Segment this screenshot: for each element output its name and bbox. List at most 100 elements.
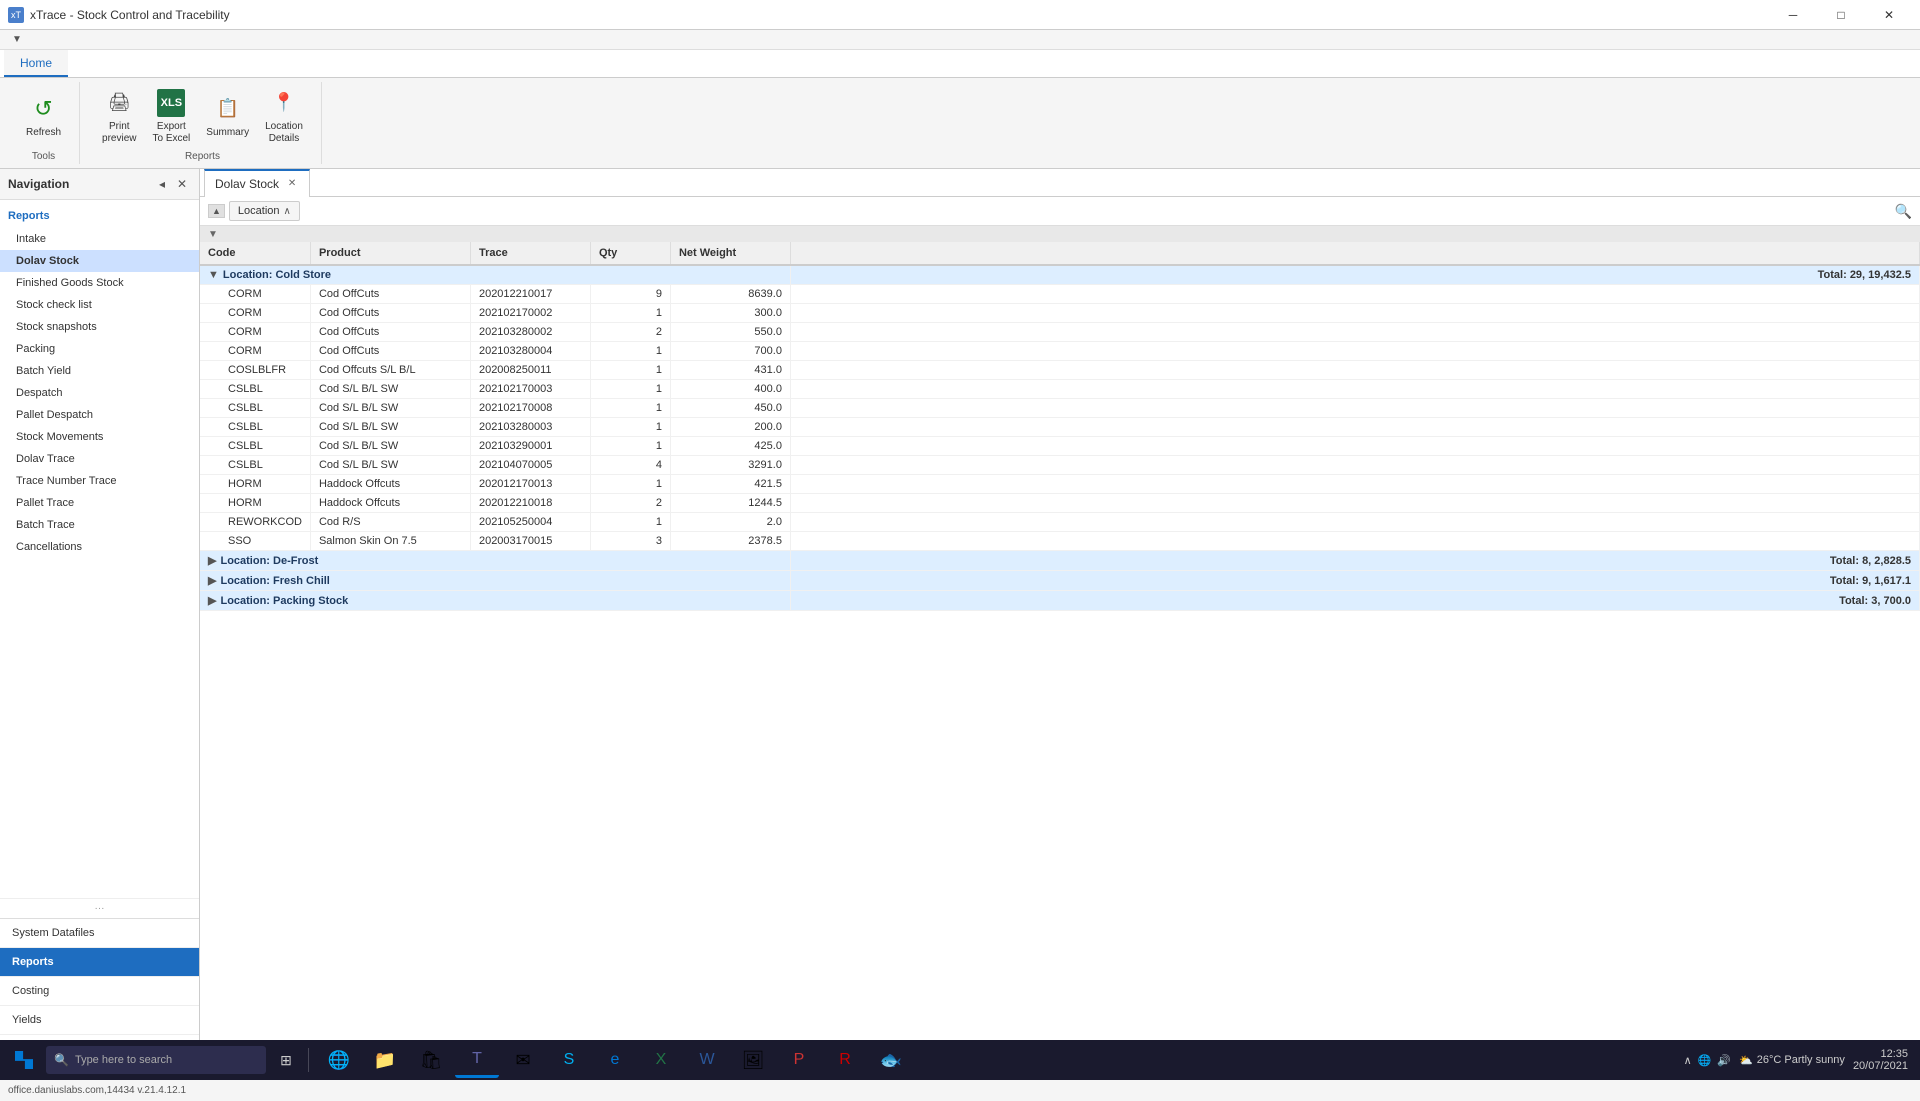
- taskbar-store-icon[interactable]: 🛍: [409, 1042, 453, 1078]
- print-preview-button[interactable]: 🖨 Printpreview: [96, 83, 142, 149]
- cell-code: SSO: [200, 532, 310, 551]
- nav-section-title-reports[interactable]: Reports: [0, 204, 199, 228]
- nav-item-cancellations[interactable]: Cancellations: [0, 536, 199, 558]
- taskbar-search[interactable]: 🔍 Type here to search: [46, 1046, 266, 1074]
- close-button[interactable]: ✕: [1866, 0, 1912, 30]
- taskbar-explorer-icon[interactable]: 📁: [363, 1042, 407, 1078]
- nav-collapse-button[interactable]: ◂: [153, 175, 171, 193]
- col-header-trace[interactable]: Trace: [470, 242, 590, 265]
- col-header-netweight[interactable]: Net Weight: [670, 242, 790, 265]
- taskbar-paint-icon[interactable]: P: [777, 1042, 821, 1078]
- nav-bottom-yields[interactable]: Yields: [0, 1006, 199, 1035]
- nav-item-pallet-despatch[interactable]: Pallet Despatch: [0, 404, 199, 426]
- export-excel-button[interactable]: XLS ExportTo Excel: [146, 83, 196, 149]
- cell-weight: 431.0: [670, 361, 790, 380]
- maximize-button[interactable]: □: [1818, 0, 1864, 30]
- nav-item-despatch[interactable]: Despatch: [0, 382, 199, 404]
- nav-item-stock-movements[interactable]: Stock Movements: [0, 426, 199, 448]
- tab-close-button[interactable]: ✕: [285, 177, 299, 191]
- table-row[interactable]: CORMCod OffCuts2021032800041700.0: [200, 342, 1920, 361]
- qa-dropdown[interactable]: ▼: [8, 34, 26, 45]
- taskbar-chrome-icon[interactable]: 🌐: [317, 1042, 361, 1078]
- taskbar-excel-icon[interactable]: X: [639, 1042, 683, 1078]
- weather-icon: ⛅: [1739, 1054, 1753, 1067]
- start-button[interactable]: [4, 1042, 44, 1078]
- nav-item-batch-trace[interactable]: Batch Trace: [0, 514, 199, 536]
- group-row-1[interactable]: ▶Location: De-FrostTotal: 8, 2,828.5: [200, 551, 1920, 571]
- scroll-arrow-down[interactable]: ▼: [208, 229, 218, 240]
- cell-weight: 700.0: [670, 342, 790, 361]
- taskbar-fish-icon[interactable]: 🐟: [869, 1042, 913, 1078]
- nav-close-button[interactable]: ✕: [173, 175, 191, 193]
- taskbar-word-icon[interactable]: W: [685, 1042, 729, 1078]
- group-row-3[interactable]: ▶Location: Packing StockTotal: 3, 700.0: [200, 591, 1920, 611]
- nav-bottom-costing[interactable]: Costing: [0, 977, 199, 1006]
- table-row[interactable]: CORMCod OffCuts20201221001798639.0: [200, 285, 1920, 304]
- group-toggle-3[interactable]: ▶: [208, 595, 216, 607]
- nav-item-intake[interactable]: Intake: [0, 228, 199, 250]
- systray-volume[interactable]: 🔊: [1717, 1054, 1731, 1067]
- refresh-button[interactable]: ↺ Refresh: [20, 89, 67, 143]
- table-area[interactable]: Code Product Trace Qty Net Weight ▼ Locat…: [200, 242, 1920, 1079]
- group-toggle-0[interactable]: ▼: [208, 269, 219, 281]
- nav-item-dolav-stock[interactable]: Dolav Stock: [0, 250, 199, 272]
- systray-expand[interactable]: ∧: [1684, 1054, 1692, 1067]
- taskbar-skype-icon[interactable]: S: [547, 1042, 591, 1078]
- nav-item-packing[interactable]: Packing: [0, 338, 199, 360]
- taskbar-mail-icon[interactable]: ✉: [501, 1042, 545, 1078]
- cell-trace: 202103290001: [470, 437, 590, 456]
- taskbar-red-icon[interactable]: R: [823, 1042, 867, 1078]
- cell-trace: 202102170008: [470, 399, 590, 418]
- group-row-0[interactable]: ▼Location: Cold StoreTotal: 29, 19,432.5: [200, 265, 1920, 285]
- summary-button[interactable]: 📋 Summary: [200, 89, 255, 143]
- table-row[interactable]: HORMHaddock Offcuts20201221001821244.5: [200, 494, 1920, 513]
- cell-qty: 1: [590, 342, 670, 361]
- group-toggle-2[interactable]: ▶: [208, 575, 216, 587]
- tab-dolav-stock[interactable]: Dolav Stock ✕: [204, 169, 310, 197]
- nav-item-finished-goods[interactable]: Finished Goods Stock: [0, 272, 199, 294]
- table-row[interactable]: REWORKCODCod R/S20210525000412.0: [200, 513, 1920, 532]
- location-details-button[interactable]: 📍 LocationDetails: [259, 83, 309, 149]
- tab-home[interactable]: Home: [4, 50, 68, 77]
- nav-item-stock-check[interactable]: Stock check list: [0, 294, 199, 316]
- table-row[interactable]: CORMCod OffCuts2021021700021300.0: [200, 304, 1920, 323]
- filter-search-icon[interactable]: 🔍: [1895, 203, 1912, 220]
- nav-item-pallet-trace[interactable]: Pallet Trace: [0, 492, 199, 514]
- col-header-product[interactable]: Product: [310, 242, 470, 265]
- systray: ∧ 🌐 🔊: [1684, 1054, 1731, 1067]
- col-header-code[interactable]: Code: [200, 242, 310, 265]
- taskbar-photos-icon[interactable]: 🖼: [731, 1042, 775, 1078]
- group-row-2[interactable]: ▶Location: Fresh ChillTotal: 9, 1,617.1: [200, 571, 1920, 591]
- nav-bottom-reports[interactable]: Reports: [0, 948, 199, 977]
- nav-item-batch-yield[interactable]: Batch Yield: [0, 360, 199, 382]
- table-row[interactable]: CSLBLCod S/L B/L SW20210407000543291.0: [200, 456, 1920, 475]
- taskbar-edge-icon[interactable]: e: [593, 1042, 637, 1078]
- taskbar-clock[interactable]: 12:35 20/07/2021: [1853, 1048, 1908, 1072]
- nav-item-stock-snapshots[interactable]: Stock snapshots: [0, 316, 199, 338]
- table-row[interactable]: CSLBLCod S/L B/L SW2021021700031400.0: [200, 380, 1920, 399]
- minimize-button[interactable]: ─: [1770, 0, 1816, 30]
- systray-network[interactable]: 🌐: [1698, 1054, 1712, 1067]
- table-row[interactable]: COSLBLFRCod Offcuts S/L B/L2020082500111…: [200, 361, 1920, 380]
- cell-product: Cod S/L B/L SW: [310, 437, 470, 456]
- weather-widget[interactable]: ⛅ 26°C Partly sunny: [1739, 1054, 1845, 1067]
- col-header-qty[interactable]: Qty: [590, 242, 670, 265]
- location-filter-button[interactable]: Location ∧: [229, 201, 300, 221]
- group-label-0: Location: Cold Store: [223, 269, 331, 281]
- table-row[interactable]: CSLBLCod S/L B/L SW2021021700081450.0: [200, 399, 1920, 418]
- nav-bottom-system-datafiles[interactable]: System Datafiles: [0, 919, 199, 948]
- table-row[interactable]: HORMHaddock Offcuts2020121700131421.5: [200, 475, 1920, 494]
- nav-item-dolav-trace[interactable]: Dolav Trace: [0, 448, 199, 470]
- table-row[interactable]: CSLBLCod S/L B/L SW2021032800031200.0: [200, 418, 1920, 437]
- taskbar-teams-icon[interactable]: T: [455, 1042, 499, 1078]
- table-row[interactable]: SSOSalmon Skin On 7.520200317001532378.5: [200, 532, 1920, 551]
- table-row[interactable]: CORMCod OffCuts2021032800022550.0: [200, 323, 1920, 342]
- cell-product: Cod S/L B/L SW: [310, 456, 470, 475]
- nav-item-trace-number[interactable]: Trace Number Trace: [0, 470, 199, 492]
- cell-weight: 450.0: [670, 399, 790, 418]
- task-view-button[interactable]: ⊞: [268, 1042, 304, 1078]
- group-label-1: Location: De-Frost: [220, 555, 318, 567]
- table-row[interactable]: CSLBLCod S/L B/L SW2021032900011425.0: [200, 437, 1920, 456]
- group-toggle-1[interactable]: ▶: [208, 555, 216, 567]
- filter-scroll-up[interactable]: ▲: [208, 204, 225, 218]
